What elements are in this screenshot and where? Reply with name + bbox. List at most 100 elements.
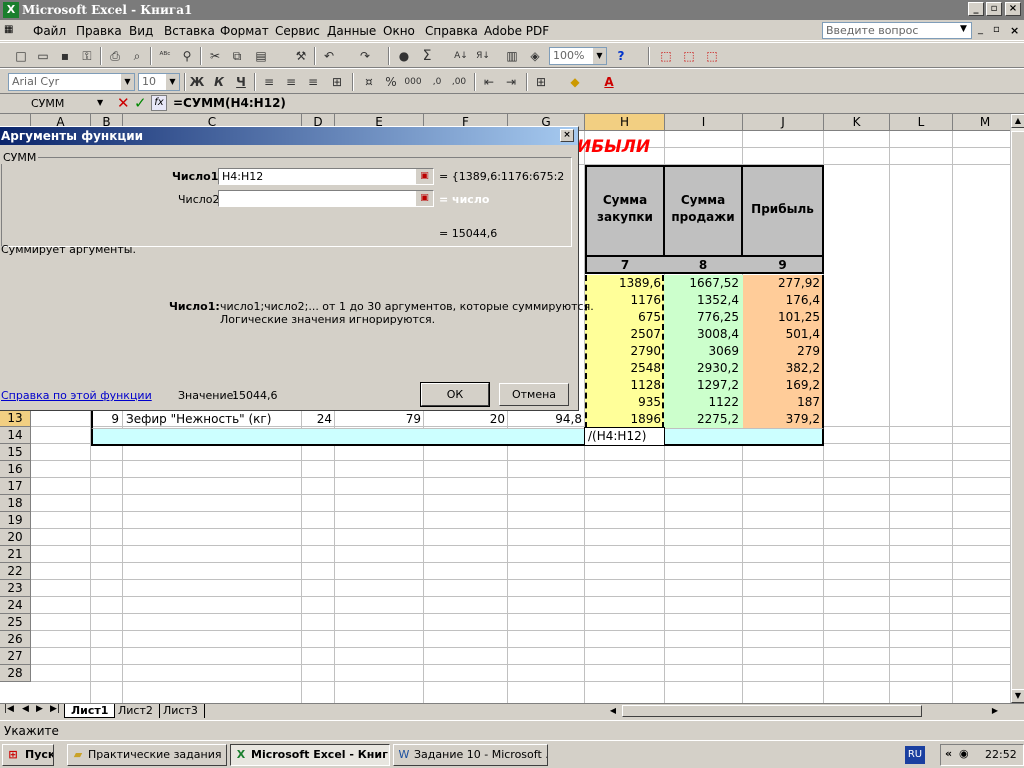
first-sheet-icon[interactable]: |◀	[4, 704, 14, 714]
cell-c12[interactable]: Зефир "Нежность" (кг)	[124, 411, 301, 428]
prev-sheet-icon[interactable]: ◀	[22, 704, 29, 714]
doc-minimize-button[interactable]: _	[978, 24, 983, 35]
dialog-close-button[interactable]: ×	[560, 129, 574, 142]
task-item-active[interactable]: X Microsoft Excel - Книг...	[230, 744, 390, 766]
collapse-dialog-icon[interactable]: ▣	[416, 169, 433, 184]
function-help-link[interactable]: Справка по этой функции	[1, 389, 152, 402]
cut-icon[interactable]: ✂	[206, 47, 224, 65]
menu-data[interactable]: Данные	[327, 24, 376, 38]
align-left-icon[interactable]: ≡	[260, 73, 278, 91]
scroll-right-icon[interactable]: ▶	[988, 704, 1002, 718]
formula-input[interactable]: =СУММ(H4:H12)	[173, 96, 286, 110]
row-header[interactable]: 16	[0, 461, 31, 478]
cell-j[interactable]: 277,92	[743, 275, 822, 292]
cell-h[interactable]: 1176	[587, 292, 663, 309]
maximize-button[interactable]: ▫	[986, 2, 1002, 16]
cell-j[interactable]: 382,2	[743, 360, 822, 377]
undo-icon[interactable]: ↶	[320, 47, 338, 65]
row-header[interactable]: 18	[0, 495, 31, 512]
sort-asc-icon[interactable]: A↓	[452, 47, 470, 65]
cell-h[interactable]: 2507	[587, 326, 663, 343]
align-right-icon[interactable]: ≡	[304, 73, 322, 91]
row-header[interactable]: 21	[0, 546, 31, 563]
cell-h[interactable]: 935	[587, 394, 663, 411]
name-box[interactable]: СУММ	[1, 95, 111, 112]
help-search-input[interactable]: Введите вопрос	[822, 22, 972, 39]
name-box-dropdown-icon[interactable]: ▼	[97, 98, 103, 107]
cell-h[interactable]: 675	[587, 309, 663, 326]
tray-expand-icon[interactable]: «	[945, 747, 952, 760]
research-icon[interactable]: ⚲	[178, 47, 196, 65]
format-painter-icon[interactable]: ⚒	[292, 47, 310, 65]
cell-j[interactable]: 169,2	[743, 377, 822, 394]
cell-j[interactable]: 187	[743, 394, 822, 411]
hyperlink-icon[interactable]: ●	[395, 47, 413, 65]
print-icon[interactable]: ⎙	[106, 47, 124, 65]
drawing-icon[interactable]: ◈	[526, 47, 544, 65]
italic-icon[interactable]: К	[210, 73, 228, 91]
spelling-icon[interactable]: ᴬᴮᶜ	[156, 47, 174, 65]
font-color-icon[interactable]: A	[600, 73, 618, 91]
bold-icon[interactable]: Ж	[188, 73, 206, 91]
cell-i[interactable]: 1667,52	[665, 275, 741, 292]
cell-i[interactable]: 1297,2	[665, 377, 741, 394]
row-header[interactable]: 13	[0, 410, 31, 427]
col-header-l[interactable]: L	[890, 114, 953, 131]
scroll-thumb[interactable]	[1011, 131, 1024, 691]
align-center-icon[interactable]: ≡	[282, 73, 300, 91]
tab-sheet1[interactable]: Лист1	[64, 704, 116, 718]
collapse-dialog-icon[interactable]: ▣	[416, 191, 433, 206]
menu-edit[interactable]: Правка	[76, 24, 122, 38]
menu-insert[interactable]: Вставка	[164, 24, 215, 38]
scroll-left-icon[interactable]: ◀	[606, 704, 620, 718]
row-header[interactable]: 17	[0, 478, 31, 495]
zoom-select[interactable]: 100% ▼	[549, 47, 607, 65]
open-icon[interactable]: ▭	[34, 47, 52, 65]
doc-restore-button[interactable]: ▫	[993, 24, 1000, 35]
chart-icon[interactable]: ▥	[503, 47, 521, 65]
cell-b12[interactable]: 9	[92, 411, 121, 428]
help-dropdown-icon[interactable]: ▼	[960, 24, 967, 34]
decrease-indent-icon[interactable]: ⇤	[480, 73, 498, 91]
borders-icon[interactable]: ⊞	[532, 73, 550, 91]
increase-decimal-icon[interactable]: ,0	[428, 73, 446, 91]
cell-i[interactable]: 2930,2	[665, 360, 741, 377]
cell-j[interactable]: 501,4	[743, 326, 822, 343]
horizontal-scroll-thumb[interactable]	[622, 705, 922, 717]
col-header-j[interactable]: J	[743, 114, 824, 131]
pdf-review-icon[interactable]: ⬚	[703, 47, 721, 65]
cell-j[interactable]: 176,4	[743, 292, 822, 309]
save-icon[interactable]: ▪	[56, 47, 74, 65]
cell-i[interactable]: 3008,4	[665, 326, 741, 343]
cell-h[interactable]: 1389,6	[587, 275, 663, 292]
insert-function-icon[interactable]: fx	[151, 95, 167, 111]
cell-e12[interactable]: 79	[336, 411, 423, 428]
col-header-m[interactable]: M	[953, 114, 1010, 131]
font-size-select[interactable]: 10 ▼	[138, 73, 180, 91]
copy-icon[interactable]: ⧉	[228, 47, 246, 65]
enter-icon[interactable]: ✓	[134, 94, 147, 112]
paste-icon[interactable]: ▤	[252, 47, 270, 65]
menu-tools[interactable]: Сервис	[275, 24, 320, 38]
row-header[interactable]: 25	[0, 614, 31, 631]
currency-icon[interactable]: ¤	[360, 73, 378, 91]
print-preview-icon[interactable]: ⌕	[128, 47, 146, 65]
row-header[interactable]: 20	[0, 529, 31, 546]
cell-i[interactable]: 1352,4	[665, 292, 741, 309]
cell-h[interactable]: 2548	[587, 360, 663, 377]
row-header[interactable]: 26	[0, 631, 31, 648]
merge-center-icon[interactable]: ⊞	[328, 73, 346, 91]
menu-file[interactable]: Файл	[33, 24, 66, 38]
cell-j[interactable]: 379,2	[743, 411, 822, 428]
cell-h[interactable]: 1128	[587, 377, 663, 394]
autosum-icon[interactable]: Σ	[418, 47, 436, 65]
row-header[interactable]: 23	[0, 580, 31, 597]
arg2-input[interactable]: ▣	[218, 190, 434, 207]
row-header[interactable]: 24	[0, 597, 31, 614]
row-header[interactable]: 27	[0, 648, 31, 665]
task-item[interactable]: W Задание 10 - Microsoft ...	[393, 744, 548, 766]
row-header[interactable]: 22	[0, 563, 31, 580]
start-button[interactable]: ⊞ Пуск	[2, 744, 54, 766]
menu-view[interactable]: Вид	[129, 24, 153, 38]
task-item[interactable]: ▰ Практические задания ...	[67, 744, 227, 766]
